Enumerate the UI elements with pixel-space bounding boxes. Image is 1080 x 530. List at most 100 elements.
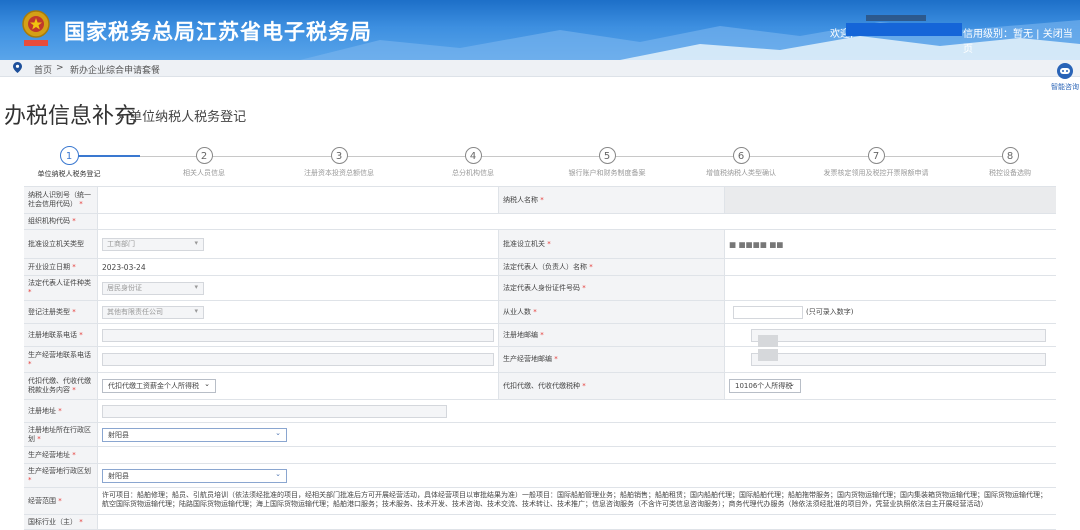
step-number: 5 xyxy=(598,147,616,164)
field-label: 生产经营地址 * xyxy=(24,447,98,463)
step-label: 注册资本投资总额信息 xyxy=(304,169,374,177)
form-row: 生产经营地址 * xyxy=(24,447,1056,464)
step-label: 银行账户和财务制度备案 xyxy=(568,169,646,177)
step-4[interactable]: 4 总分机构信息 xyxy=(403,147,543,178)
field-value: 2023-03-24 xyxy=(98,259,499,275)
step-label: 增值税纳税人类型确认 xyxy=(706,169,776,177)
business-postcode-input[interactable] xyxy=(751,353,1046,366)
field-label: 法定代表人证件种类 * xyxy=(24,276,98,300)
step-8[interactable]: 8 税控设备选购 xyxy=(940,147,1080,178)
field-label: 从业人数 * xyxy=(499,301,725,323)
field-label: 生产经营地行政区划 * xyxy=(24,464,98,487)
chevron-down-icon: ⌄ xyxy=(789,380,795,388)
field-value: 其他有限责任公司 ▾ xyxy=(98,301,499,323)
field-label: 代扣代缴、代收代缴税款业务内容 * xyxy=(24,373,98,399)
registered-district-select[interactable]: 射阳县 ⌄ xyxy=(102,427,287,442)
step-2[interactable]: 2 相关人员信息 xyxy=(134,147,274,178)
registration-form: 纳税人识别号（统一社会信用代码） * 纳税人名称 * 组织机构代码 * 批准设立… xyxy=(24,186,1056,530)
taxpayer-name-field xyxy=(725,187,1056,213)
field-label: 注册地址 * xyxy=(24,400,98,422)
step-number: 1 xyxy=(59,146,79,165)
site-header: 国家税务总局江苏省电子税务局 欢迎, 信用级别：暂无 | 关闭当页 xyxy=(0,0,1080,60)
field-label: 代扣代缴、代收代缴税种 * xyxy=(499,373,725,399)
withholding-tax-type-select[interactable]: 10106个人所得税 ⌄ xyxy=(729,379,801,393)
registered-postcode-input[interactable] xyxy=(751,328,1046,342)
location-pin-icon xyxy=(13,62,22,73)
legal-rep-id-number-field xyxy=(725,276,1056,300)
business-address-field xyxy=(98,447,1056,463)
field-label: 纳税人名称 * xyxy=(499,187,725,213)
redaction-mask xyxy=(758,335,778,347)
chevron-down-icon: ⌄ xyxy=(204,380,210,388)
field-label: 注册地邮编 * xyxy=(499,324,725,346)
field-value: 居民身份证 ▾ xyxy=(98,276,499,300)
step-number: 8 xyxy=(1001,147,1019,164)
registered-address-input[interactable] xyxy=(102,404,447,418)
site-title: 国家税务总局江苏省电子税务局 xyxy=(64,20,372,44)
redaction-mask xyxy=(758,349,778,361)
breadcrumb-home[interactable]: 首页 xyxy=(34,63,52,76)
form-row: 批准设立机关类型 工商部门 ▾ 批准设立机关 * ■ ■■■■ ■■ xyxy=(24,230,1056,259)
field-value: ■ ■■■■ ■■ xyxy=(725,230,1056,258)
form-row: 经营范围 * 许可项目：船舶修理；船员、引航员培训（依法须经批准的项目，经相关部… xyxy=(24,488,1056,515)
field-label: 法定代表人身份证件号码 * xyxy=(499,276,725,300)
step-3[interactable]: 3 注册资本投资总额信息 xyxy=(269,147,409,178)
field-label: 经营范围 * xyxy=(24,488,98,514)
approval-authority-type-select[interactable]: 工商部门 ▾ xyxy=(102,237,204,251)
smart-consult-button[interactable]: 智能咨询 xyxy=(1050,62,1080,92)
page-subtitle: » 单位纳税人税务登记 xyxy=(117,110,247,125)
chevron-down-icon: ▾ xyxy=(194,238,198,247)
field-value: 射阳县 ⌄ xyxy=(98,423,1056,446)
breadcrumb-separator: > xyxy=(56,63,64,73)
step-6[interactable]: 6 增值税纳税人类型确认 xyxy=(671,147,811,178)
breadcrumb-current: 新办企业综合申请套餐 xyxy=(70,66,161,76)
employee-count-input[interactable] xyxy=(733,305,803,319)
legal-rep-id-type-select[interactable]: 居民身份证 ▾ xyxy=(102,281,204,295)
progress-steps: 1 单位纳税人税务登记 2 相关人员信息 3 注册资本投资总额信息 4 总分机构… xyxy=(0,145,1080,180)
numbers-only-hint: (只可录入数字) xyxy=(806,308,854,316)
form-row: 纳税人识别号（统一社会信用代码） * 纳税人名称 * xyxy=(24,187,1056,214)
field-value: (只可录入数字) xyxy=(725,301,1056,323)
form-row: 生产经营地行政区划 * 射阳县 ⌄ xyxy=(24,464,1056,488)
user-level-and-close[interactable]: 信用级别：暂无 | 关闭当页 xyxy=(963,25,1080,55)
field-value xyxy=(98,347,499,372)
form-row: 注册地址 * xyxy=(24,400,1056,423)
withholding-content-select[interactable]: 代扣代缴工资薪金个人所得税 ⌄ xyxy=(102,379,216,393)
field-label: 批准设立机关 * xyxy=(499,230,725,258)
step-label: 税控设备选购 xyxy=(989,169,1031,177)
field-label: 注册地址所在行政区划 * xyxy=(24,423,98,446)
chevron-down-icon: ⌄ xyxy=(275,469,281,478)
step-number: 2 xyxy=(195,147,213,164)
step-number: 6 xyxy=(732,147,750,164)
registered-phone-input[interactable] xyxy=(102,328,494,342)
form-row: 登记注册类型 * 其他有限责任公司 ▾ 从业人数 * (只可录入数字) xyxy=(24,301,1056,324)
breadcrumb: 首页 > 新办企业综合申请套餐 xyxy=(0,60,1080,77)
form-row: 注册地址所在行政区划 * 射阳县 ⌄ xyxy=(24,423,1056,447)
open-date-value: 2023-03-24 xyxy=(102,262,146,272)
step-1[interactable]: 1 单位纳税人税务登记 xyxy=(0,146,139,179)
field-label: 国标行业（主） * xyxy=(24,515,98,529)
business-district-select[interactable]: 射阳县 ⌄ xyxy=(102,468,287,483)
field-label: 纳税人识别号（统一社会信用代码） * xyxy=(24,187,98,213)
step-5[interactable]: 5 银行账户和财务制度备案 xyxy=(537,147,677,178)
field-value: 10106个人所得税 ⌄ xyxy=(725,373,1056,399)
username-redacted xyxy=(846,23,962,36)
business-phone-input[interactable] xyxy=(102,353,494,366)
field-label: 注册地联系电话 * xyxy=(24,324,98,346)
approval-authority-value: ■ ■■■■ ■■ xyxy=(729,239,784,249)
field-value: 工商部门 ▾ xyxy=(98,230,499,258)
chevron-down-icon: ⌄ xyxy=(275,428,281,437)
form-row: 开业设立日期 * 2023-03-24 法定代表人（负责人）名称 * xyxy=(24,259,1056,276)
step-number: 7 xyxy=(867,147,885,164)
field-value xyxy=(98,400,1056,422)
step-7[interactable]: 7 发票核定领用及税控开票限额申请 xyxy=(806,147,946,178)
form-row: 注册地联系电话 * 注册地邮编 * xyxy=(24,324,1056,347)
registration-type-select[interactable]: 其他有限责任公司 ▾ xyxy=(102,305,204,319)
step-number: 3 xyxy=(330,147,348,164)
step-label: 总分机构信息 xyxy=(452,169,494,177)
step-label: 相关人员信息 xyxy=(183,169,225,177)
chevron-down-icon: ▾ xyxy=(194,306,198,315)
form-row: 法定代表人证件种类 * 居民身份证 ▾ 法定代表人身份证件号码 * xyxy=(24,276,1056,301)
field-value xyxy=(98,324,499,346)
step-label: 单位纳税人税务登记 xyxy=(37,170,101,178)
